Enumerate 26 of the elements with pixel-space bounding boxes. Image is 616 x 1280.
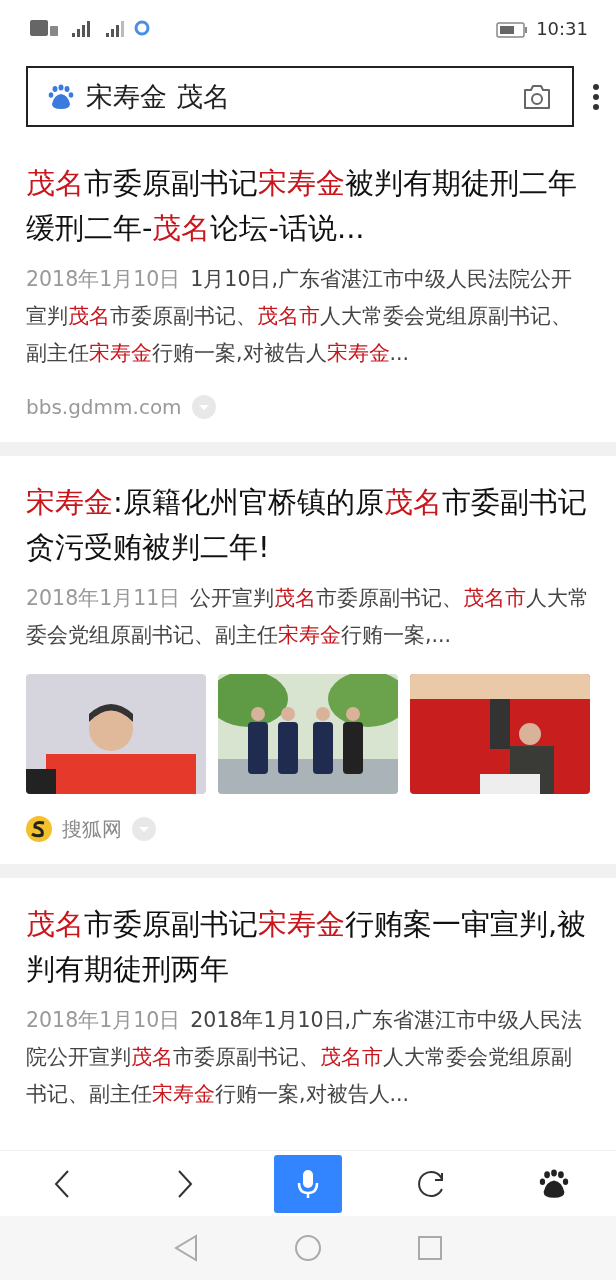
site-logo-icon (26, 816, 52, 842)
clock-time: 10:31 (496, 17, 588, 39)
home-icon[interactable] (294, 1234, 322, 1262)
voice-button[interactable] (274, 1154, 342, 1213)
more-icon[interactable] (592, 82, 600, 111)
recent-apps-icon[interactable] (417, 1235, 443, 1261)
result-title[interactable]: 茂名市委原副书记宋寿金被判有期徒刑二年缓刑二年-茂名论坛-话说... (26, 161, 590, 251)
chevron-right-icon (176, 1168, 195, 1199)
result-title[interactable]: 茂名市委原副书记宋寿金行贿案一审宣判,被判有期徒刑两年 (26, 902, 590, 992)
paw-icon (539, 1168, 570, 1199)
source-label: bbs.gdmm.com (26, 395, 182, 419)
paw-icon (48, 83, 74, 110)
refresh-icon (415, 1168, 446, 1199)
result-snippet: 2018年1月11日 公开宣判茂名市委原副书记、茂名市人大常委会党组原副书记、副主任宋寿金行贿一案,... (26, 585, 590, 649)
chevron-left-icon (52, 1168, 71, 1199)
result-snippet: 2018年1月10日 1月10日,广东省湛江市中级人民法院公开宣判茂名市委原副书记、茂名市人大常委会党组原副书记、副主任宋寿金行贿一案,对被告人宋寿金... (26, 266, 573, 367)
camera-icon[interactable] (522, 83, 552, 110)
search-field[interactable]: 宋寿金 茂名 (26, 66, 574, 127)
source-label: 搜狐网 (62, 815, 122, 843)
back-icon[interactable] (173, 1234, 199, 1262)
microphone-icon (296, 1167, 320, 1200)
loading-icon (134, 20, 150, 36)
result-title[interactable]: 宋寿金:原籍化州官桥镇的原茂名市委副书记贪污受贿被判二年! (26, 480, 590, 570)
hd-icon (30, 20, 58, 36)
battery-icon (496, 21, 529, 38)
result-snippet: 2018年1月10日 2018年1月10日,广东省湛江市中级人民法院公开宣判茂名市委原副书记、茂名市人大常委会党组原副书记、副主任宋寿金行贿一案,对被告人... (26, 1007, 584, 1108)
